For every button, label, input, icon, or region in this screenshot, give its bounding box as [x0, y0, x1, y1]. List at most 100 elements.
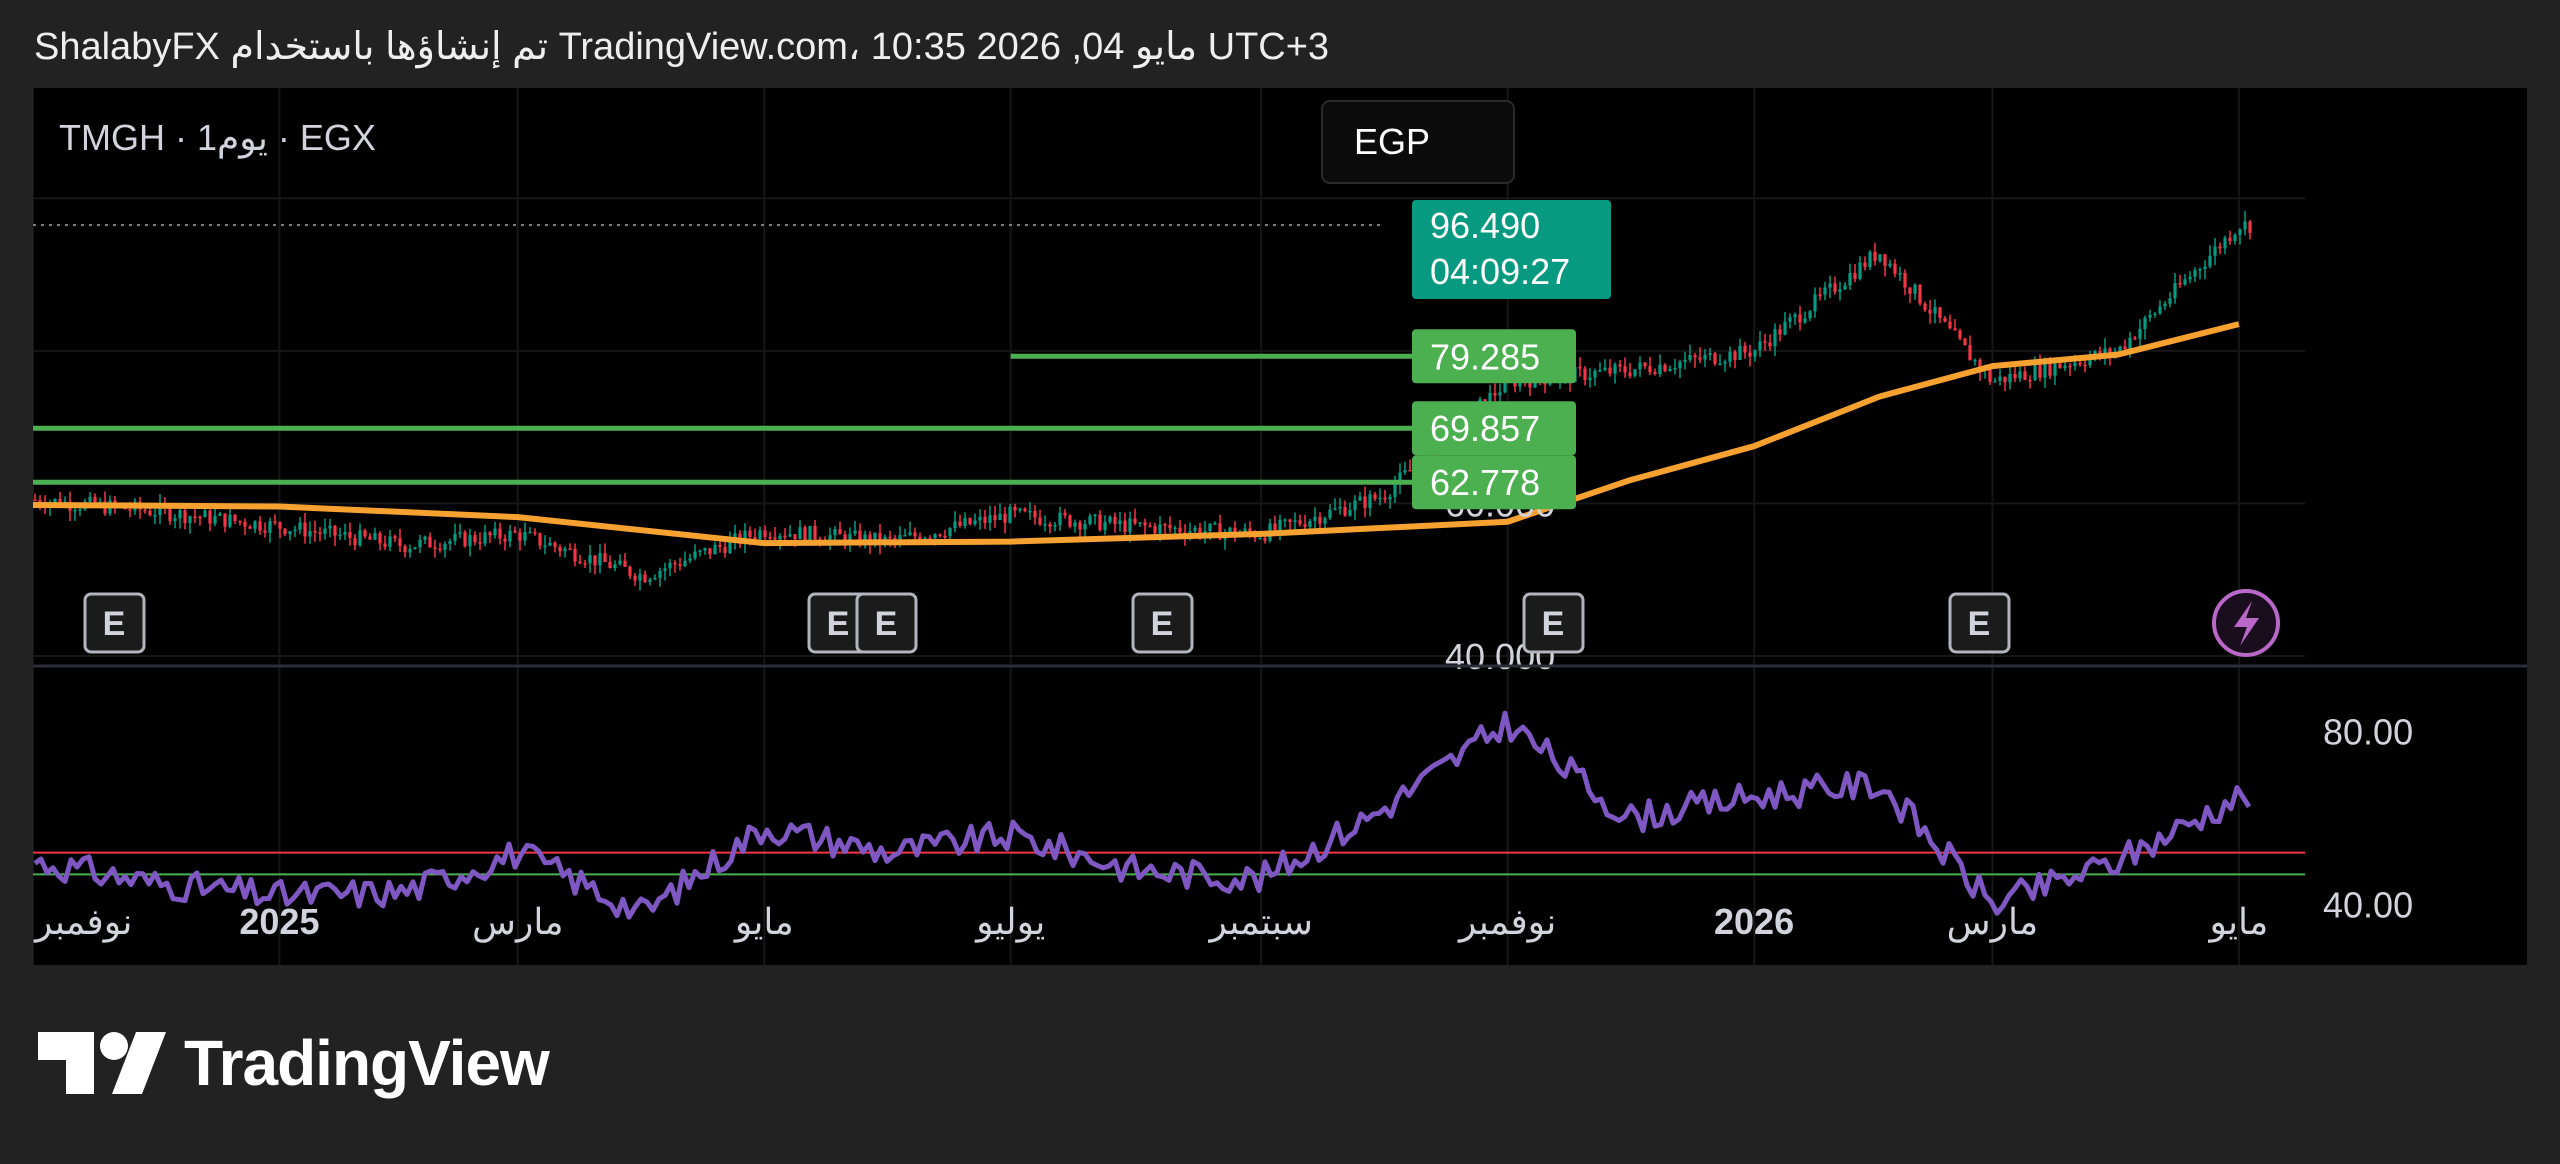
earnings-marker[interactable]: E — [855, 592, 918, 654]
candle-body — [1333, 508, 1337, 510]
candle-body — [1228, 527, 1232, 533]
time-axis-label: نوفمبر — [33, 901, 132, 943]
time-axis[interactable]: نوفمبر 2025 مارس مايو يوليو سبتمبر نوفمبر 2026 م… — [33, 901, 2268, 943]
candle-body — [1013, 506, 1017, 511]
candle-body — [633, 575, 637, 581]
candle-body — [503, 538, 507, 542]
chart-frame[interactable]: TMGH · 1يوم · EGX EGP 60.000 40.000 79.2… — [33, 88, 2527, 965]
candle-body — [1808, 311, 1812, 319]
earnings-marker[interactable]: E — [83, 592, 146, 654]
earnings-marker[interactable]: E — [1131, 592, 1194, 654]
lightning-bolt-icon[interactable] — [2212, 589, 2280, 657]
candle-body — [1843, 285, 1847, 290]
candle-body — [198, 516, 202, 519]
candle-body — [493, 528, 497, 536]
candle-body — [1683, 359, 1687, 362]
earnings-marker[interactable]: E — [1948, 592, 2011, 654]
candle-body — [1743, 345, 1747, 353]
level-labels: 79.285 69.857 62.778 — [1412, 329, 1576, 510]
candle-body — [548, 542, 552, 546]
candle-body — [953, 521, 957, 529]
candle-body — [2238, 229, 2242, 235]
candle-body — [593, 555, 597, 566]
candle-body — [1833, 283, 1837, 292]
candle-body — [508, 530, 512, 542]
candle-body — [73, 509, 77, 512]
candle-body — [1878, 254, 1882, 261]
candle-body — [438, 548, 442, 551]
candle-body — [723, 546, 727, 554]
candle-body — [1173, 527, 1177, 530]
candle-body — [853, 530, 857, 534]
candle-body — [453, 533, 457, 541]
candle-body — [1838, 289, 1842, 292]
candle-body — [958, 521, 962, 527]
candle-body — [588, 555, 592, 564]
candle-body — [543, 545, 547, 548]
candle-body — [888, 536, 892, 539]
candle-body — [88, 496, 92, 502]
candle-body — [218, 513, 222, 516]
candle-body — [763, 530, 767, 538]
candle-body — [2138, 328, 2142, 339]
candle-body — [308, 530, 312, 537]
candle-body — [1713, 353, 1717, 364]
candle-body — [513, 530, 517, 533]
earnings-marker[interactable]: E — [1522, 592, 1585, 654]
candle-body — [1098, 514, 1102, 531]
candle-body — [938, 534, 942, 536]
candle-body — [1393, 484, 1397, 497]
candle-body — [1498, 392, 1502, 396]
candle-body — [638, 574, 642, 581]
candle-body — [683, 560, 687, 567]
candle-body — [448, 540, 452, 544]
candle-body — [283, 528, 287, 535]
candle-body — [2223, 237, 2227, 249]
candle-body — [1968, 345, 1972, 361]
candle-body — [193, 516, 197, 518]
candle-body — [1823, 287, 1827, 295]
candle-body — [1623, 366, 1627, 373]
candle-body — [1168, 524, 1172, 529]
candle-body — [2128, 337, 2132, 350]
candle-body — [668, 562, 672, 569]
candle-body — [1008, 506, 1012, 523]
level-value-69: 69.857 — [1430, 408, 1540, 449]
candle-body — [628, 566, 632, 576]
candle-body — [1653, 372, 1657, 374]
candle-body — [968, 518, 972, 525]
candle-body — [1293, 520, 1297, 522]
candle-body — [1888, 263, 1892, 266]
candle-body — [1063, 512, 1067, 516]
candle-body — [383, 543, 387, 547]
candle-body — [268, 521, 272, 533]
horizontal-levels[interactable] — [33, 353, 1412, 485]
candle-body — [568, 548, 572, 551]
candle-body — [1263, 537, 1267, 541]
candle-body — [1973, 360, 1977, 362]
candle-body — [578, 561, 582, 564]
candle-body — [1078, 522, 1082, 530]
candle-body — [228, 514, 232, 527]
candle-body — [273, 521, 277, 523]
currency-button[interactable]: EGP — [1321, 100, 1515, 184]
candle-body — [483, 532, 487, 544]
candle-body — [1773, 329, 1777, 347]
candle-body — [833, 529, 837, 536]
candle-body — [1113, 516, 1117, 525]
candle-body — [648, 579, 652, 583]
candle-body — [603, 553, 607, 562]
price-chart[interactable]: TMGH · 1يوم · EGX EGP 60.000 40.000 79.2… — [33, 88, 2527, 965]
candle-body — [2243, 221, 2247, 230]
candle-body — [498, 528, 502, 539]
candle-body — [128, 509, 132, 511]
candle-body — [2178, 283, 2182, 285]
candle-body — [313, 530, 317, 533]
candle-body — [1693, 355, 1697, 358]
candle-body — [1893, 263, 1897, 274]
candle-body — [1938, 307, 1942, 318]
candle-body — [538, 533, 542, 546]
candle-body — [463, 532, 467, 547]
candle-body — [348, 532, 352, 538]
candle-body — [983, 516, 987, 523]
